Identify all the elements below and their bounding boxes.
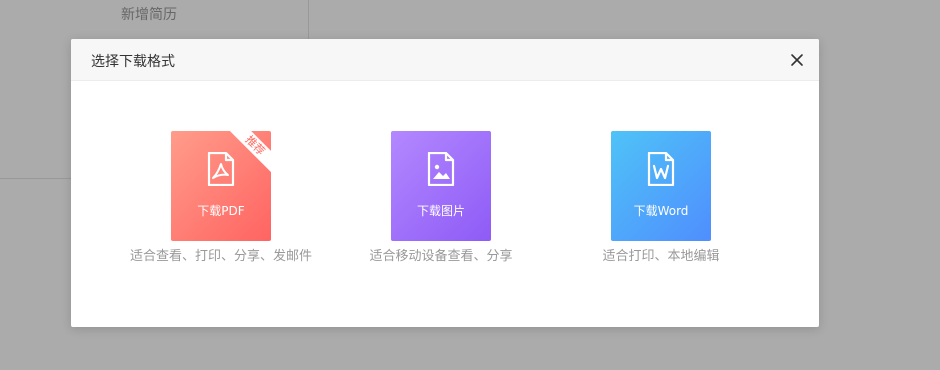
- dialog-title: 选择下载格式: [91, 54, 175, 70]
- page: 新增简历 选择下载格式 推荐 下载PDF 适合查看、打印、分享、发邮件 下载图片…: [0, 0, 940, 370]
- dialog-header: 选择下载格式: [71, 39, 819, 81]
- word-file-icon: [647, 152, 675, 186]
- download-word-label: 下载Word: [633, 204, 689, 218]
- download-image-button[interactable]: 下载图片: [391, 131, 491, 241]
- pdf-file-icon: [207, 152, 235, 186]
- option-word: 下载Word 适合打印、本地编辑: [531, 131, 791, 271]
- image-file-icon: [427, 152, 455, 186]
- download-word-button[interactable]: 下载Word: [611, 131, 711, 241]
- download-pdf-label: 下载PDF: [197, 204, 245, 218]
- download-format-dialog: 选择下载格式 推荐 下载PDF 适合查看、打印、分享、发邮件 下载图片 适合移动…: [71, 39, 819, 327]
- close-button[interactable]: [787, 50, 807, 70]
- word-description: 适合打印、本地编辑: [602, 249, 720, 264]
- download-pdf-button[interactable]: 推荐 下载PDF: [171, 131, 271, 241]
- download-image-label: 下载图片: [416, 204, 465, 218]
- close-icon: [791, 54, 803, 66]
